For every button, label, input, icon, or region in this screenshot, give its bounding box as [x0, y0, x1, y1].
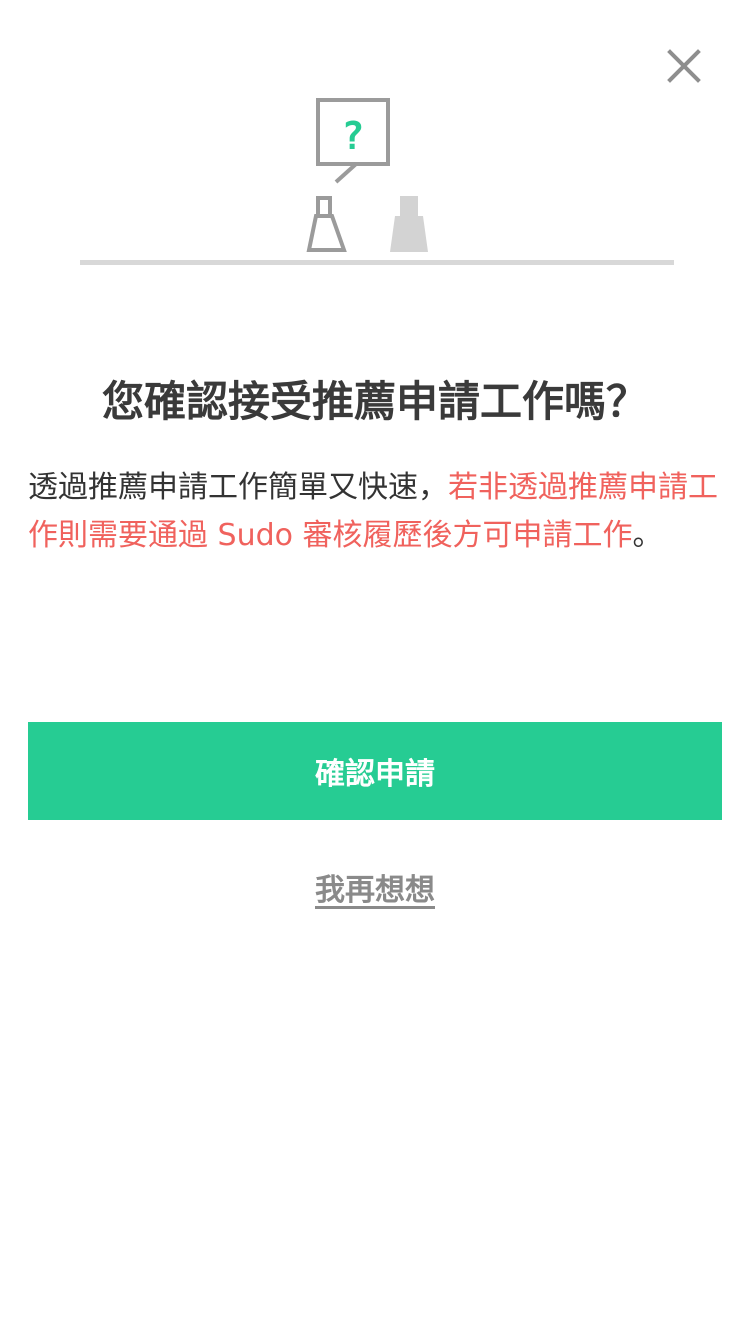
- confirm-apply-button[interactable]: 確認申請: [28, 722, 722, 820]
- person-filled-icon: [390, 196, 428, 252]
- question-illustration: ?: [80, 96, 674, 268]
- dialog-description: 透過推薦申請工作簡單又快速，若非透過推薦申請工作則需要通過 Sudo 審核履歷後…: [28, 464, 722, 560]
- reconsider-link[interactable]: 我再想想: [0, 866, 750, 916]
- close-icon: [667, 49, 701, 83]
- close-button[interactable]: [662, 44, 706, 88]
- question-mark: ?: [342, 114, 365, 158]
- person-outline-icon: [306, 196, 347, 252]
- description-end-text: 。: [632, 518, 663, 553]
- description-normal-text: 透過推薦申請工作簡單又快速，: [28, 470, 448, 505]
- speech-bubble-icon: ?: [316, 98, 390, 184]
- ground-line: [80, 260, 674, 265]
- dialog-title: 您確認接受推薦申請工作嗎？: [101, 377, 648, 426]
